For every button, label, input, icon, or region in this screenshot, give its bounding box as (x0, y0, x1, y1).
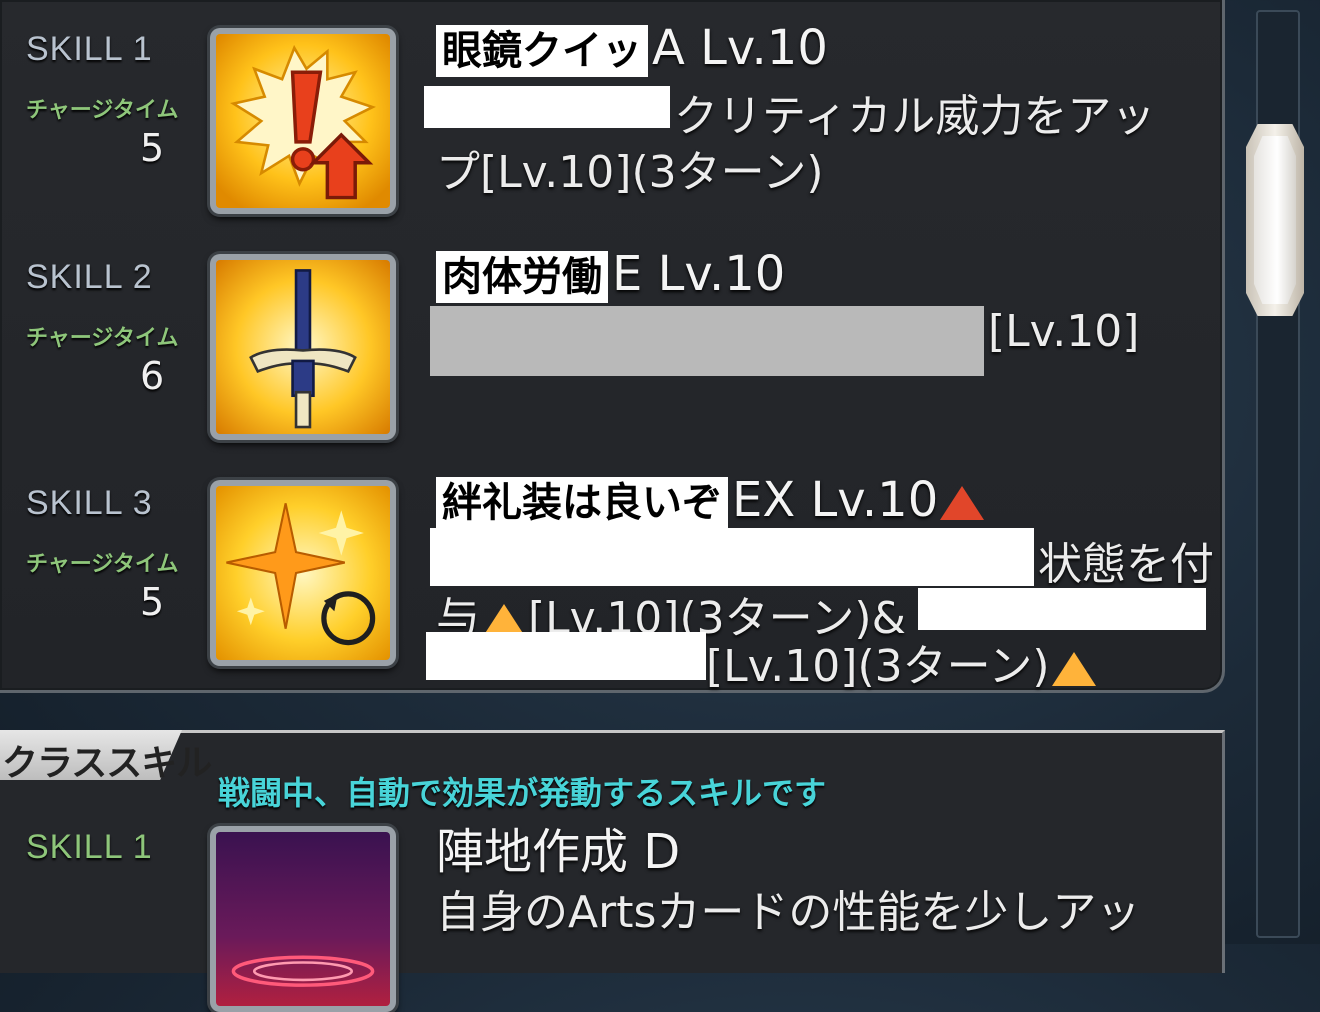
redacted-block (918, 588, 1206, 630)
skill-name-level: E Lv.10 (612, 246, 786, 302)
skill-desc-line: [Lv.10](3ターン) (706, 641, 1050, 692)
charge-time-label: チャージタイム (26, 326, 179, 351)
skill-name: 絆礼装は良いぞ EX Lv.10 (436, 472, 986, 529)
charge-time-label: チャージタイム (26, 552, 179, 577)
charge-time-value: 5 (140, 126, 165, 170)
skill-name: 眼鏡クイッ A Lv.10 (436, 20, 828, 77)
skill-desc-line: [Lv.10] (988, 306, 1140, 357)
skill-icon-frame[interactable] (210, 826, 396, 1012)
sword-icon (216, 260, 390, 434)
skill-desc-line: クリティカル威力をアッ (674, 91, 1156, 142)
skill-name-level: EX Lv.10 (732, 472, 939, 528)
class-skill-desc-line: 自身のArtsカードの性能を少しアッ (436, 887, 1141, 938)
redacted-block (430, 528, 1034, 586)
redacted-block (424, 86, 670, 128)
redacted-block (426, 632, 706, 680)
skill-desc-line: プ[Lv.10](3ターン) (436, 147, 824, 198)
skill-label: SKILL 1 (26, 828, 153, 866)
skill-name: 肉体労働 E Lv.10 (436, 246, 785, 303)
charge-time-value: 6 (140, 354, 165, 398)
skill-label: SKILL 2 (26, 258, 153, 296)
skill-icon-frame[interactable] (210, 254, 396, 440)
skill-icon-frame[interactable] (210, 28, 396, 214)
skill-label: SKILL 1 (26, 30, 153, 68)
redacted-block (430, 306, 984, 376)
charge-time-label: チャージタイム (26, 98, 179, 123)
skill-label: SKILL 3 (26, 484, 153, 522)
skill-desc-line: [Lv.10](3ターン) (706, 630, 1098, 694)
class-skills-subtitle: 戦闘中、自動で効果が発動するスキルです (218, 774, 827, 812)
skill-icon-frame[interactable] (210, 480, 396, 666)
skill-name-level: A Lv.10 (652, 20, 828, 76)
class-skill-name: 陣地作成 D (436, 824, 681, 880)
critical-exclamation-up-icon (216, 34, 390, 208)
skill-name-redacted: 眼鏡クイッ (436, 25, 648, 77)
charge-time-value: 5 (140, 580, 165, 624)
scrollbar-thumb-face (1254, 136, 1296, 304)
skill-name-redacted: 絆礼装は良いぞ (436, 477, 728, 529)
upgrade-triangle-icon (940, 486, 985, 520)
territory-creation-icon (216, 832, 390, 1006)
sparkle-refresh-icon (216, 486, 390, 660)
skill-name-redacted: 肉体労働 (436, 251, 608, 303)
skill-desc-line: 状態を付 (1038, 539, 1214, 590)
upgrade-triangle-icon (1051, 652, 1096, 686)
class-skills-title: クラススキル (2, 743, 212, 784)
